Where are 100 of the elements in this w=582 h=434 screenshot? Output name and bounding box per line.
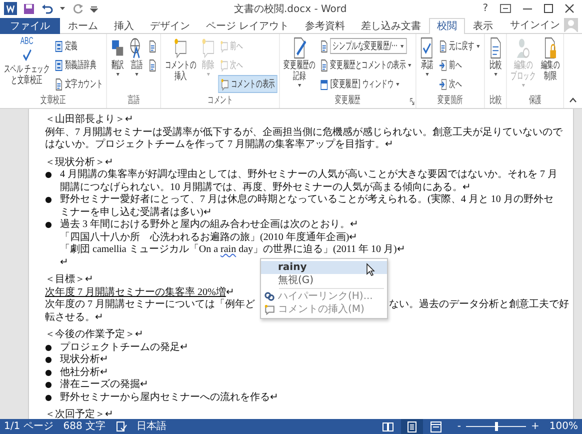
- section-heading: ＜今後の作業予定＞↵: [45, 329, 143, 342]
- ribbon-button[interactable]: 翻訳: [108, 36, 126, 78]
- ribbon-options-icon: [500, 4, 511, 13]
- book-icon: [54, 40, 63, 52]
- caret-icon: [396, 82, 400, 86]
- comment-icon: [220, 58, 228, 72]
- zoom-level[interactable]: 100%: [549, 419, 578, 434]
- ribbon-button[interactable]: 定義: [52, 37, 104, 55]
- group-label: 保護: [528, 95, 542, 108]
- ribbon-tab[interactable]: 参考資料: [297, 18, 354, 34]
- ribbon-button[interactable]: 文字カウント: [52, 75, 104, 93]
- caret-icon: [297, 83, 302, 88]
- ribbon-button[interactable]: 言語: [128, 36, 146, 78]
- caret-icon: [134, 72, 139, 77]
- ribbon-tab[interactable]: デザイン: [142, 18, 198, 34]
- paragraph: 転させる。↵: [45, 312, 103, 324]
- book-icon: [54, 58, 63, 72]
- menu-item[interactable]: 無視(G): [261, 274, 387, 286]
- bullet-point: ●: [45, 354, 53, 366]
- proofing-icon: [116, 421, 127, 432]
- ribbon-button[interactable]: 変更履歴の 記録: [282, 36, 318, 89]
- ribbon-tab[interactable]: 挿入: [106, 18, 142, 34]
- help-button[interactable]: ?: [482, 3, 488, 14]
- file-tab[interactable]: ファイル: [0, 18, 60, 34]
- document-icon: [148, 58, 157, 72]
- pencil-icon: [292, 37, 306, 59]
- list-item: 現状分析↵: [60, 354, 108, 366]
- zoom-out-button[interactable]: -: [457, 419, 462, 434]
- check-icon: [420, 37, 434, 59]
- ribbon-button[interactable]: 前へ: [437, 56, 482, 74]
- undo-icon: [41, 2, 53, 14]
- window-title: 文書の校閲.docx - Word: [232, 2, 348, 16]
- lock-icon: [543, 37, 558, 59]
- paragraph: 「劇団 camellia ミュージカル「On a rain day」の世界に迫る」(2011 年 10 月)↵: [59, 244, 405, 256]
- ribbon-tab[interactable]: 校閲: [429, 18, 466, 34]
- paragraph: 次年度の 7 月開講セミナーについては「例年ど: [45, 299, 255, 312]
- group-label: 変更履歴: [335, 95, 360, 108]
- paragraph: 次年度 7 月開講セミナーの集客率 20%増↵: [45, 286, 234, 298]
- group-label: コメント: [208, 95, 233, 108]
- ribbon-button[interactable]: コメントの 挿入: [162, 36, 198, 83]
- list-item: 4 月開講の集客率が好調な理由としては、野外セミナーの人気が高いことが大きな要因ではないか。それを 7 月開講につなげられない。10 月開講では、再度、野外セミナーの人気が高まる傾向にある。↵: [60, 169, 558, 194]
- ribbon-button[interactable]: [変更履歴] ウィンドウ: [318, 75, 414, 93]
- ribbon-tab[interactable]: ホーム: [60, 18, 106, 34]
- paragraph: ↵: [59, 256, 68, 269]
- list-item: 潜在ニーズの発掘↵: [60, 379, 148, 392]
- caret-icon: [116, 72, 120, 77]
- ribbon-button[interactable]: 類義語辞典: [52, 56, 104, 74]
- ribbon-button[interactable]: 変更履歴とコメントの表示: [318, 56, 414, 74]
- window-icon: [320, 78, 328, 90]
- comment-icon: [220, 40, 228, 52]
- group-label: 比較: [489, 95, 502, 108]
- zoom-in-button[interactable]: +: [531, 419, 540, 434]
- ribbon-button[interactable]: 比較: [486, 36, 504, 78]
- ribbon-button[interactable]: 承諾: [418, 36, 436, 78]
- caret-icon: [206, 72, 210, 77]
- person-icon: [516, 37, 530, 59]
- document-icon: [320, 58, 328, 72]
- paragraph: ない。過去のデータ分析と創意工夫で好: [389, 299, 569, 312]
- dropdown[interactable]: シンプルな変更履歴/···: [330, 38, 407, 54]
- comment-icon: [264, 304, 275, 314]
- slider-thumb[interactable]: [494, 422, 498, 431]
- menu-item[interactable]: コメントの挿入(M): [261, 302, 387, 316]
- caret-icon: [476, 44, 480, 48]
- arrow-icon: [439, 58, 448, 72]
- ribbon-button[interactable]: コメントの表示: [218, 75, 278, 93]
- ribbon-button[interactable]: ABC スペル チェック と文章校正: [2, 36, 52, 87]
- caret-icon: [424, 72, 430, 77]
- save-icon: [23, 2, 35, 14]
- word-logo-icon: [4, 2, 17, 15]
- bullet-point: ●: [45, 342, 53, 354]
- document-icon: [320, 40, 328, 52]
- bullet-point: ●: [45, 379, 53, 391]
- ribbon-button[interactable]: 元に戻す: [437, 37, 482, 55]
- section-heading: ＜現状分析＞↵: [45, 156, 113, 168]
- menu-item[interactable]: ハイパーリンク(H)...: [261, 290, 387, 302]
- language-indicator[interactable]: 日本語: [136, 419, 167, 434]
- print-layout-icon: [406, 420, 418, 432]
- ribbon-button[interactable]: 次へ: [437, 75, 482, 93]
- sign-in-link[interactable]: サインイン: [510, 18, 560, 32]
- group-label: 言語: [127, 95, 140, 108]
- document-icon: [148, 40, 157, 52]
- close-icon: [565, 4, 574, 13]
- menu-item[interactable]: rainy: [261, 260, 387, 274]
- ribbon-tab[interactable]: ページ レイアウト: [198, 18, 298, 34]
- ribbon-tab[interactable]: 差し込み文書: [353, 18, 430, 34]
- ribbon-button[interactable]: 編集の 制限: [538, 36, 562, 83]
- ribbon-tab[interactable]: 表示: [465, 18, 502, 34]
- caret-icon: [408, 62, 412, 68]
- group-label: 文章校正: [40, 95, 66, 108]
- view-button[interactable]: [401, 419, 424, 434]
- page-count[interactable]: 1/1 ページ: [4, 419, 54, 434]
- bullet-point: ●: [45, 194, 53, 206]
- comment-icon: [220, 78, 229, 90]
- list-item: 野外セミナーから屋内セミナーへの流れを作る↵: [60, 392, 278, 404]
- word-count[interactable]: 688 文字: [63, 419, 106, 434]
- comment-icon: [174, 37, 188, 59]
- paragraph: 「四国八十八か所 心洗われるお遍路の旅」(2010 年度通年企画)↵: [59, 232, 358, 244]
- web-layout-icon: [430, 420, 442, 432]
- link-icon: [264, 290, 275, 302]
- bullet-point: ●: [45, 366, 53, 378]
